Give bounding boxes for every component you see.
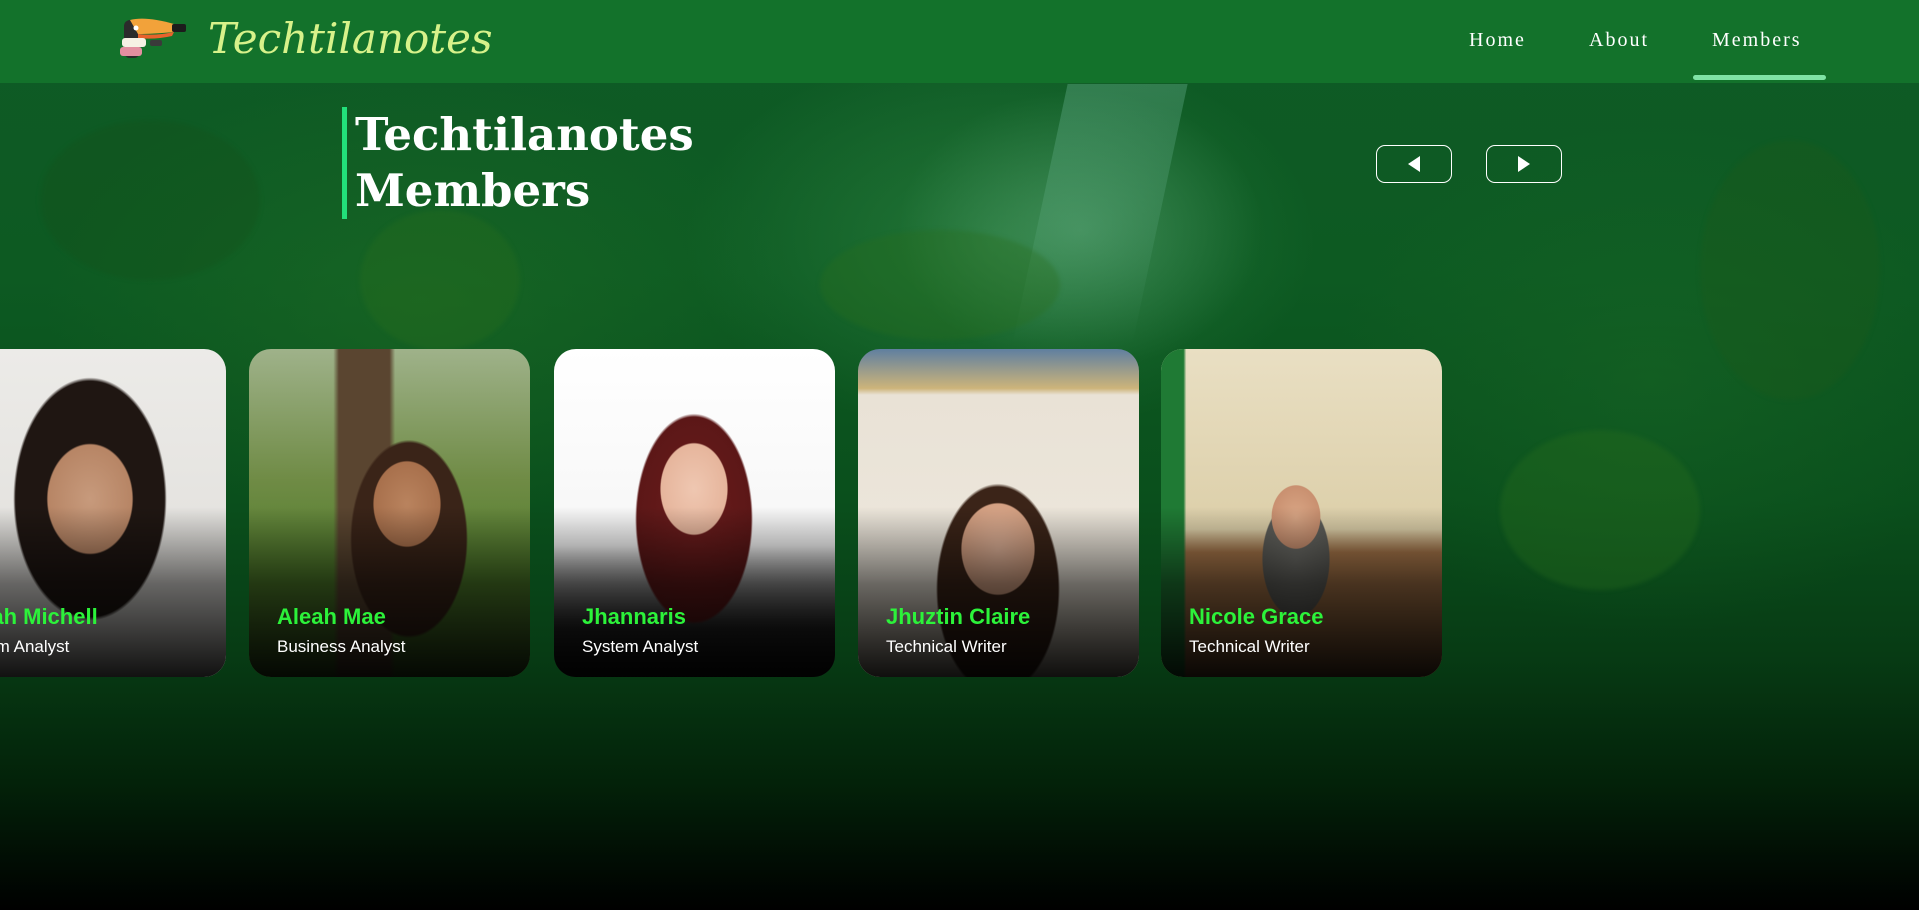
member-name: Jhannaris: [582, 604, 686, 629]
member-name: Aleah Mae: [277, 604, 386, 629]
member-role: System Analyst: [582, 637, 699, 656]
background-foliage: [1700, 140, 1880, 400]
brand[interactable]: Techtilanotes: [116, 14, 493, 64]
members-page: Techtilanotes Home About Members Techtil…: [0, 0, 1919, 910]
brand-name: Techtilanotes: [208, 14, 493, 63]
member-card[interactable]: Jhuztin Claire Technical Writer: [858, 349, 1139, 677]
nav-home-link[interactable]: Home: [1469, 29, 1526, 52]
member-role: stem Analyst: [0, 637, 70, 656]
member-card[interactable]: lliah Michell stem Analyst: [0, 349, 226, 677]
background-foliage: [360, 210, 520, 350]
top-navbar: Techtilanotes Home About Members: [0, 0, 1919, 83]
background-foliage: [1500, 430, 1700, 590]
member-role: Technical Writer: [1189, 637, 1310, 656]
caret-right-icon: [1518, 156, 1530, 172]
section-title: Techtilanotes Members: [342, 107, 694, 219]
nav-members-link[interactable]: Members: [1712, 29, 1802, 52]
member-role: Business Analyst: [277, 637, 406, 656]
section-title-line-2: Members: [355, 164, 591, 217]
background-foliage: [40, 120, 260, 280]
member-card[interactable]: Nicole Grace Technical Writer: [1161, 349, 1442, 677]
member-name: Nicole Grace: [1189, 604, 1324, 629]
nav-about-link[interactable]: About: [1589, 29, 1649, 52]
member-role: Technical Writer: [886, 637, 1007, 656]
section-title-line-1: Techtilanotes: [355, 108, 694, 161]
carousel-next-button[interactable]: [1486, 145, 1562, 183]
nav-active-indicator: [1693, 75, 1826, 80]
carousel-prev-button[interactable]: [1376, 145, 1452, 183]
toucan-logo-icon: [116, 14, 188, 64]
member-card[interactable]: Jhannaris System Analyst: [554, 349, 835, 677]
member-name: lliah Michell: [0, 604, 98, 629]
background-foliage: [820, 230, 1060, 340]
caret-left-icon: [1408, 156, 1420, 172]
member-card[interactable]: Aleah Mae Business Analyst: [249, 349, 530, 677]
member-name: Jhuztin Claire: [886, 604, 1031, 629]
